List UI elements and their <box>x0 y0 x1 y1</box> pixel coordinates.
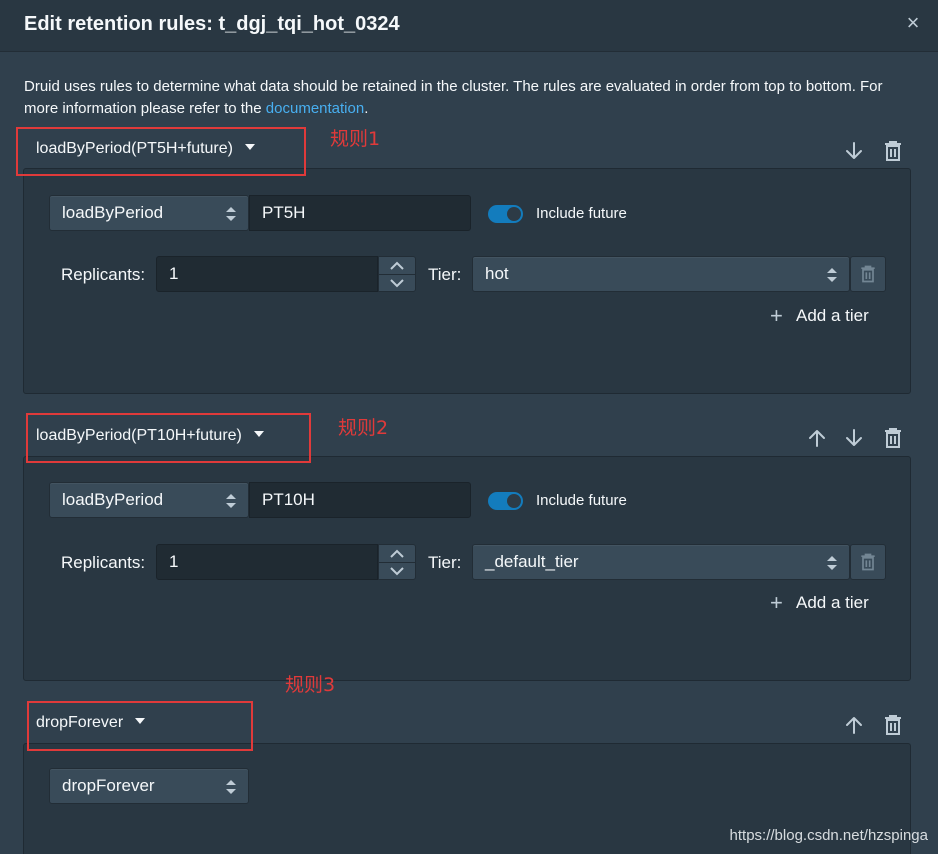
description-suffix: . <box>364 100 369 117</box>
tier-trash-icon[interactable] <box>850 256 886 292</box>
rule-1-type-select[interactable]: loadByPeriod <box>49 195 249 231</box>
rule-2-period-value: PT10H <box>262 490 315 509</box>
rule-2-tier-select[interactable]: _default_tier <box>472 544 850 580</box>
rule-2-type-value: loadByPeriod <box>62 490 164 509</box>
annotation-box-rule-2 <box>26 413 311 463</box>
annotation-rule-2: 规则2 <box>338 417 389 439</box>
rule-1-card: loadByPeriod PT5H Include future Replica… <box>23 168 911 394</box>
tier-label: Tier: <box>428 265 462 284</box>
add-tier-button[interactable]: + Add a tier <box>770 303 869 329</box>
rule-2-tier-value: _default_tier <box>485 552 579 571</box>
arrow-down-icon[interactable] <box>842 139 866 163</box>
trash-icon[interactable] <box>881 426 905 450</box>
switch-knob <box>507 494 521 508</box>
plus-icon: + <box>770 590 783 615</box>
dialog-description: Druid uses rules to determine what data … <box>24 76 904 120</box>
rule-2-period-input[interactable]: PT10H <box>249 482 471 518</box>
rule-1-period-input[interactable]: PT5H <box>249 195 471 231</box>
increment-icon[interactable] <box>379 545 415 563</box>
tier-label: Tier: <box>428 553 462 572</box>
add-tier-button[interactable]: + Add a tier <box>770 590 869 616</box>
replicants-stepper <box>378 544 416 580</box>
rule-1-period-value: PT5H <box>262 203 306 222</box>
replicants-label: Replicants: <box>61 553 146 572</box>
arrow-up-icon[interactable] <box>805 426 829 450</box>
rule-3-type-select[interactable]: dropForever <box>49 768 249 804</box>
rule-3-type-value: dropForever <box>62 776 155 795</box>
annotation-rule-1: 规则1 <box>330 128 381 150</box>
rule-1-tier-value: hot <box>485 264 509 283</box>
arrow-up-icon[interactable] <box>842 713 866 737</box>
dialog-header: Edit retention rules: t_dgj_tqi_hot_0324… <box>0 0 938 52</box>
rule-2-include-future[interactable]: Include future <box>488 488 658 512</box>
trash-icon[interactable] <box>881 713 905 737</box>
description-text: Druid uses rules to determine what data … <box>24 78 883 117</box>
annotation-box-rule-1 <box>16 127 306 176</box>
close-icon[interactable]: × <box>902 12 924 34</box>
rule-1-type-value: loadByPeriod <box>62 203 164 222</box>
include-future-switch[interactable] <box>488 205 523 223</box>
rule-2-replicants-input[interactable]: 1 <box>156 544 378 580</box>
add-tier-label: Add a tier <box>796 306 869 325</box>
rule-1-replicants-input[interactable]: 1 <box>156 256 378 292</box>
include-future-switch[interactable] <box>488 492 523 510</box>
switch-knob <box>507 207 521 221</box>
documentation-link[interactable]: documentation <box>266 100 364 117</box>
rule-2-replicants-value: 1 <box>169 552 179 571</box>
trash-icon[interactable] <box>881 139 905 163</box>
annotation-box-rule-3 <box>27 701 253 751</box>
include-future-label: Include future <box>536 205 627 222</box>
replicants-label: Replicants: <box>61 265 146 284</box>
double-caret-icon <box>827 556 837 570</box>
double-caret-icon <box>226 494 236 508</box>
rule-1-replicants-value: 1 <box>169 264 179 283</box>
rule-1-tier-select[interactable]: hot <box>472 256 850 292</box>
double-caret-icon <box>226 207 236 221</box>
tier-trash-icon[interactable] <box>850 544 886 580</box>
watermark: https://blog.csdn.net/hzspinga <box>729 827 928 844</box>
double-caret-icon <box>226 780 236 794</box>
include-future-label: Include future <box>536 492 627 509</box>
decrement-icon[interactable] <box>379 274 415 291</box>
add-tier-label: Add a tier <box>796 593 869 612</box>
rule-2-card: loadByPeriod PT10H Include future Replic… <box>23 456 911 681</box>
plus-icon: + <box>770 303 783 328</box>
increment-icon[interactable] <box>379 257 415 275</box>
rule-2-type-select[interactable]: loadByPeriod <box>49 482 249 518</box>
annotation-rule-3: 规则3 <box>285 674 336 696</box>
replicants-stepper <box>378 256 416 292</box>
double-caret-icon <box>827 268 837 282</box>
decrement-icon[interactable] <box>379 562 415 579</box>
dialog-title: Edit retention rules: t_dgj_tqi_hot_0324 <box>24 13 400 35</box>
arrow-down-icon[interactable] <box>842 426 866 450</box>
rule-1-include-future[interactable]: Include future <box>488 201 658 225</box>
